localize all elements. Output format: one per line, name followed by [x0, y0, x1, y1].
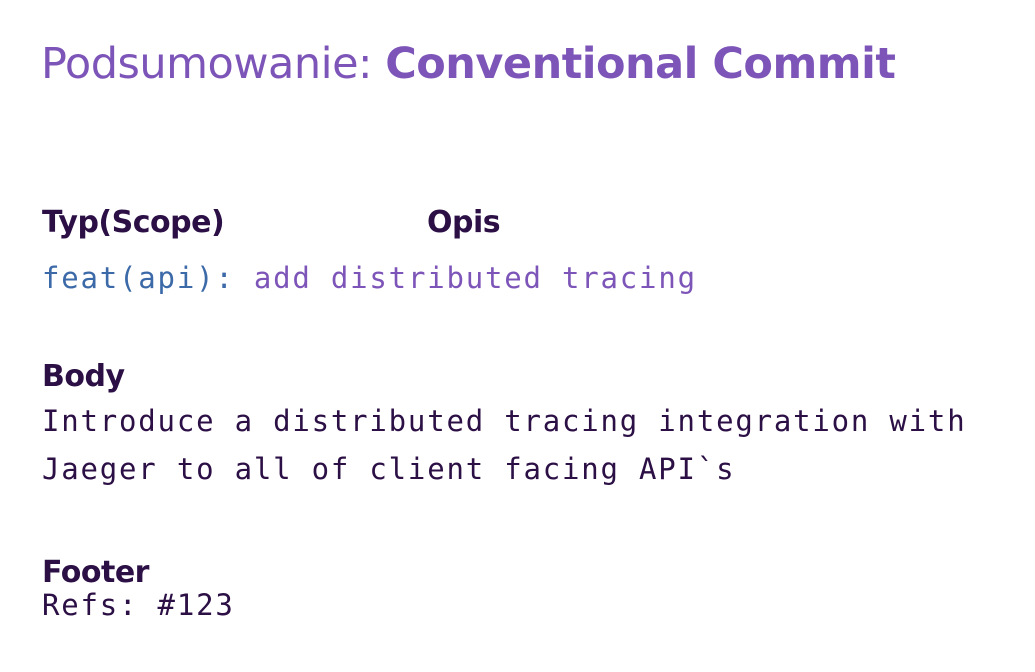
title-prefix: Podsumowanie:	[41, 39, 386, 89]
footer-text: Refs: #123	[42, 588, 235, 622]
body-line: Introduce a distributed tracing integrat…	[42, 404, 967, 438]
body-heading: Body	[42, 359, 125, 394]
slide: Podsumowanie: Conventional Commit Typ(Sc…	[0, 0, 1035, 672]
title-emphasis: Conventional Commit	[385, 39, 896, 89]
commit-type-scope: feat(api):	[42, 261, 235, 295]
type-scope-heading: Typ(Scope)	[42, 205, 225, 240]
commit-header-line: feat(api): add distributed tracing	[42, 254, 697, 302]
body-line: Jaeger to all of client facing API`s	[42, 452, 736, 486]
body-text: Introduce a distributed tracing integrat…	[42, 397, 966, 493]
commit-description: add distributed tracing	[234, 261, 697, 295]
page-title: Podsumowanie: Conventional Commit	[41, 34, 896, 94]
description-heading: Opis	[427, 205, 501, 240]
